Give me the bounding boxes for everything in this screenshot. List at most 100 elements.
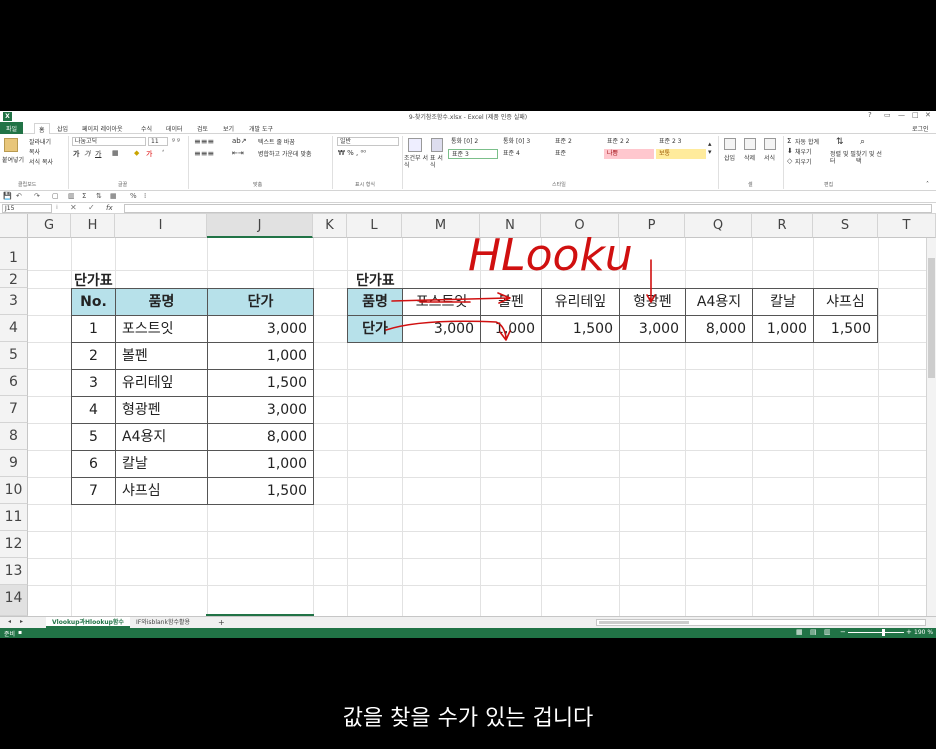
style-standard-2-3[interactable]: 표준 2 3 [656,137,706,147]
horizontal-scrollbar[interactable] [596,619,926,626]
macro-record-icon[interactable]: ▪ [18,629,22,636]
collapse-ribbon-icon[interactable]: ˄ [926,181,929,188]
sort-filter-button[interactable]: 정렬 및 필터 [830,151,856,165]
formula-input[interactable] [124,204,932,213]
find-select-button[interactable]: 찾기 및 선택 [856,151,882,165]
indent-icon[interactable]: ⇤⇥ [232,149,244,157]
cut-button[interactable]: 잘라내기 [29,137,51,146]
find-select-icon[interactable]: ⌕ [860,137,865,147]
delete-cells-button[interactable]: 삭제 [744,153,755,162]
font-color-icon[interactable]: 가 [146,149,152,159]
sort-filter-icon[interactable]: ⇅ [836,137,844,147]
redo-icon[interactable]: ↷ [34,192,40,200]
tab-developer[interactable]: 개발 도구 [249,124,273,133]
style-standard[interactable]: 표준 [552,149,602,159]
name-box[interactable]: J15 [2,204,52,213]
conditional-format-button[interactable]: 조건부 서식 [404,155,428,169]
style-currency-0-2[interactable]: 통화 [0] 2 [448,137,498,147]
close-icon[interactable]: ✕ [925,111,931,119]
style-standard-4[interactable]: 표준 4 [500,149,550,159]
zoom-in-icon[interactable]: + [906,628,912,636]
sheet-tab-vlookup[interactable]: Vlookup과Hlookup함수 [46,617,130,628]
login-link[interactable]: 로그인 [912,124,929,133]
zoom-slider[interactable] [848,632,904,633]
sheet-nav-prev-icon[interactable]: ◂ [8,618,11,625]
clear-button[interactable]: 지우기 [795,157,812,166]
align-left-icon[interactable]: ≡≡≡ [194,149,214,158]
table-format-button[interactable]: 표 서식 [430,155,444,169]
ribbon-display-icon[interactable]: ▭ [884,111,891,119]
underline-icon[interactable]: 가 [95,149,101,159]
tab-data[interactable]: 데이터 [166,124,183,133]
border-icon[interactable]: ▦ [112,149,119,157]
style-currency-0-3[interactable]: 통화 [0] 3 [500,137,550,147]
autosum-icon[interactable]: Σ [787,137,791,145]
undo-icon[interactable]: ↶ [16,192,22,200]
tab-page-layout[interactable]: 페이지 레이아웃 [82,124,123,133]
normal-view-icon[interactable]: ▦ [796,628,803,636]
sum-icon[interactable]: Σ [82,192,86,200]
open-icon[interactable]: ▢ [52,192,59,200]
paste-icon[interactable] [4,138,18,152]
style-neutral[interactable]: 보통 [656,149,706,159]
scrollbar-thumb[interactable] [928,258,935,378]
phonetic-icon[interactable]: ʻ [162,149,164,157]
zoom-slider-thumb[interactable] [882,629,885,636]
format-cells-button[interactable]: 서식 [764,153,775,162]
qat-more-icon[interactable]: ⁞ [144,192,146,200]
vertical-scrollbar[interactable] [926,238,936,616]
insert-function-button[interactable]: fx [106,204,113,212]
save-icon[interactable]: 💾 [3,192,12,200]
bold-icon[interactable]: 가 [73,149,79,159]
spreadsheet-grid[interactable]: G H I J K L M N O P Q R S T 1 2 3 4 5 6 … [0,214,936,616]
sheet-nav-next-icon[interactable]: ▸ [20,618,23,625]
delete-cells-icon[interactable] [744,138,756,150]
align-top-icon[interactable]: ≡≡≡ [194,137,214,146]
style-standard-2[interactable]: 표준 2 [552,137,602,147]
font-name-combo[interactable]: 나눔고딕 [72,137,146,146]
percent-icon[interactable]: % [130,192,137,200]
enter-icon[interactable]: ✓ [88,203,95,212]
conditional-format-icon[interactable] [408,138,422,152]
horizontal-scrollbar-thumb[interactable] [599,621,689,624]
clear-icon[interactable]: ◇ [787,157,792,165]
style-bad[interactable]: 나쁨 [604,149,654,159]
tab-insert[interactable]: 삽입 [57,124,68,133]
insert-cells-icon[interactable] [724,138,736,150]
style-standard-2-2[interactable]: 표준 2 2 [604,137,654,147]
minimize-icon[interactable]: — [898,111,905,119]
copy-button[interactable]: 복사 [29,147,40,156]
currency-icon[interactable]: ₩ % , ⁰⁰ [338,149,366,157]
page-layout-view-icon[interactable]: ▤ [810,628,817,636]
format-painter-button[interactable]: 서식 복사 [29,157,53,166]
sort-icon[interactable]: ⇅ [96,192,102,200]
sheet-tab-if[interactable]: IF와isblank함수활용 [130,617,196,628]
fill-button[interactable]: 채우기 [795,147,812,156]
fill-color-icon[interactable]: ◆ [134,149,139,157]
zoom-level[interactable]: 190 % [914,629,933,636]
tab-view[interactable]: 보기 [223,124,234,133]
tab-file[interactable]: 파일 [0,122,24,134]
tab-review[interactable]: 검토 [197,124,208,133]
table-icon[interactable]: ▦ [110,192,117,200]
styles-scroll-icon[interactable]: ▴ ▾ [708,140,712,156]
merge-center-button[interactable]: 병합하고 가운데 맞춤 [258,149,312,158]
format-cells-icon[interactable] [764,138,776,150]
page-break-view-icon[interactable]: ▥ [824,628,831,636]
tab-formulas[interactable]: 수식 [141,124,152,133]
autosum-button[interactable]: 자동 합계 [795,137,819,146]
font-size-combo[interactable]: 11 [148,137,168,146]
style-standard-3[interactable]: 표준 3 [448,149,498,159]
number-format-combo[interactable]: 일반 [337,137,399,146]
fill-icon[interactable]: ⬇ [787,147,793,155]
table-format-icon[interactable] [431,138,443,152]
maximize-icon[interactable]: □ [912,111,919,119]
italic-icon[interactable]: 가 [84,149,90,159]
font-grow-icon[interactable]: ᵍ ᵍ [172,137,180,145]
zoom-out-icon[interactable]: − [840,628,846,636]
cancel-icon[interactable]: ✕ [70,203,77,212]
wrap-text-button[interactable]: 텍스트 줄 바꿈 [258,137,295,146]
add-sheet-button[interactable]: + [212,617,231,628]
help-icon[interactable]: ? [868,111,872,119]
paste-button[interactable]: 붙여넣기 [2,155,24,164]
